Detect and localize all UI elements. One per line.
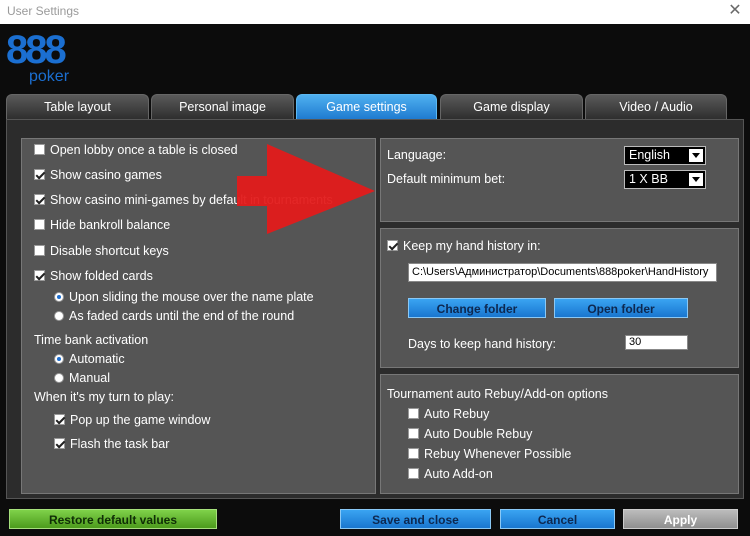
folded-mouse-over-label: Upon sliding the mouse over the name pla… [69,290,314,304]
flash-taskbar-option[interactable]: Flash the task bar [54,436,169,452]
rebuy-whenever-option[interactable]: Rebuy Whenever Possible [408,446,571,462]
888poker-logo: 888 poker [6,28,76,86]
tournament-heading: Tournament auto Rebuy/Add-on options [387,387,608,401]
tab-table-layout[interactable]: Table layout [6,94,149,119]
settings-window: 888 poker Table layout Personal image Ga… [0,24,750,536]
show-folded-label: Show folded cards [50,269,153,283]
disable-shortcuts-option[interactable]: Disable shortcut keys [34,243,169,259]
time-bank-automatic-option[interactable]: Automatic [54,351,125,367]
tab-game-display[interactable]: Game display [440,94,583,119]
window-titlebar: User Settings ✕ [0,0,750,24]
open-lobby-option[interactable]: Open lobby once a table is closed [34,142,238,158]
hide-bankroll-option[interactable]: Hide bankroll balance [34,217,170,233]
open-lobby-checkbox[interactable] [34,144,45,155]
rebuy-whenever-checkbox[interactable] [408,448,419,459]
apply-button[interactable]: Apply [623,509,738,529]
popup-window-label: Pop up the game window [70,413,211,427]
language-bet-panel: Language: English Default minimum bet: 1… [380,138,739,222]
folded-faded-label: As faded cards until the end of the roun… [69,309,295,323]
auto-addon-option[interactable]: Auto Add-on [408,466,493,482]
folded-mouse-over-option[interactable]: Upon sliding the mouse over the name pla… [54,289,314,305]
open-lobby-label: Open lobby once a table is closed [50,143,238,157]
show-mini-games-checkbox[interactable] [34,194,45,205]
hide-bankroll-label: Hide bankroll balance [50,218,171,232]
time-bank-automatic-radio[interactable] [54,354,64,364]
open-folder-button[interactable]: Open folder [554,298,688,318]
time-bank-manual-label: Manual [69,371,110,385]
save-and-close-button[interactable]: Save and close [340,509,491,529]
red-arrow-annotation [237,144,375,234]
show-folded-option[interactable]: Show folded cards [34,268,153,284]
popup-window-option[interactable]: Pop up the game window [54,412,210,428]
window-title: User Settings [7,4,80,18]
popup-window-checkbox[interactable] [54,414,65,425]
my-turn-heading: When it's my turn to play: [34,390,174,404]
min-bet-select[interactable]: 1 X BB [624,170,706,189]
folded-faded-radio[interactable] [54,311,64,321]
keep-history-label: Keep my hand history in: [403,239,541,253]
tournament-options-panel: Tournament auto Rebuy/Add-on options Aut… [380,374,739,494]
show-casino-games-checkbox[interactable] [34,169,45,180]
time-bank-automatic-label: Automatic [69,352,125,366]
folded-mouse-over-radio[interactable] [54,292,64,302]
keep-history-checkbox[interactable] [387,240,398,251]
chevron-down-icon [689,173,703,186]
cancel-button[interactable]: Cancel [500,509,615,529]
settings-tabs: Table layout Personal image Game setting… [6,94,748,119]
tab-video-audio[interactable]: Video / Audio [585,94,727,119]
days-input[interactable]: 30 [625,335,688,350]
show-casino-games-option[interactable]: Show casino games [34,167,162,183]
time-bank-manual-radio[interactable] [54,373,64,383]
close-icon[interactable]: ✕ [724,1,746,21]
history-path-input[interactable]: C:\Users\Администратор\Documents\888poke… [408,263,717,282]
chevron-down-icon [689,149,703,162]
rebuy-whenever-label: Rebuy Whenever Possible [424,447,572,461]
auto-addon-label: Auto Add-on [424,467,493,481]
auto-rebuy-label: Auto Rebuy [424,407,490,421]
time-bank-heading: Time bank activation [34,333,149,347]
logo-digits: 888 [6,28,67,72]
auto-rebuy-checkbox[interactable] [408,408,419,419]
flash-taskbar-checkbox[interactable] [54,438,65,449]
min-bet-label: Default minimum bet: [387,172,506,186]
flash-taskbar-label: Flash the task bar [70,437,170,451]
show-casino-games-label: Show casino games [50,168,162,182]
disable-shortcuts-label: Disable shortcut keys [50,244,169,258]
hand-history-panel: Keep my hand history in: C:\Users\Админи… [380,228,739,368]
language-value: English [629,148,670,162]
show-folded-checkbox[interactable] [34,270,45,281]
auto-double-rebuy-label: Auto Double Rebuy [424,427,533,441]
disable-shortcuts-checkbox[interactable] [34,245,45,256]
tab-game-settings[interactable]: Game settings [296,94,437,119]
auto-rebuy-option[interactable]: Auto Rebuy [408,406,489,422]
auto-double-rebuy-option[interactable]: Auto Double Rebuy [408,426,532,442]
logo-word: poker [29,68,70,85]
folded-faded-option[interactable]: As faded cards until the end of the roun… [54,308,294,324]
hide-bankroll-checkbox[interactable] [34,219,45,230]
restore-defaults-button[interactable]: Restore default values [9,509,217,529]
days-label: Days to keep hand history: [408,337,556,351]
change-folder-button[interactable]: Change folder [408,298,546,318]
min-bet-value: 1 X BB [629,172,668,186]
auto-addon-checkbox[interactable] [408,468,419,479]
language-label: Language: [387,148,447,162]
time-bank-manual-option[interactable]: Manual [54,370,110,386]
auto-double-rebuy-checkbox[interactable] [408,428,419,439]
language-select[interactable]: English [624,146,706,165]
keep-history-option[interactable]: Keep my hand history in: [387,238,541,254]
tab-personal-image[interactable]: Personal image [151,94,294,119]
